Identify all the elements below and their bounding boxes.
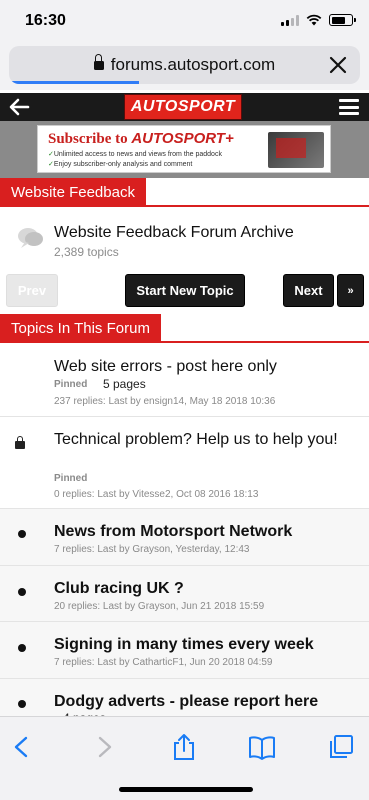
tabs-icon[interactable] — [327, 733, 355, 761]
page-load-progress — [9, 81, 139, 84]
logo-text: AUTOSPORT — [130, 98, 236, 115]
topic-meta: 237 replies: Last by ensign14, May 18 20… — [54, 396, 276, 407]
address-bar[interactable]: forums.autosport.com — [9, 46, 360, 84]
topic-row[interactable]: Web site errors - post here only Pinned … — [0, 343, 369, 417]
unread-dot-icon — [18, 530, 26, 538]
section-header-feedback: Website Feedback — [0, 178, 369, 207]
topic-meta: 7 replies: Last by Grayson, Yesterday, 1… — [54, 544, 250, 555]
back-chevron-icon[interactable] — [8, 733, 36, 761]
status-bar: 16:30 — [0, 0, 369, 42]
topic-meta: 0 replies: Last by Vitesse2, Oct 08 2016… — [54, 489, 259, 500]
topic-title[interactable]: Technical problem? Help us to help you! — [54, 429, 354, 450]
section-title: Topics In This Forum — [0, 314, 161, 343]
section-header-topics: Topics In This Forum — [0, 314, 369, 343]
home-indicator — [119, 787, 253, 792]
wifi-icon — [306, 14, 322, 26]
ad-line-1: Unlimited access to news and views from … — [48, 150, 222, 158]
lock-icon — [15, 436, 25, 451]
topic-meta: 7 replies: Last by CatharticF1, Jun 20 2… — [54, 657, 273, 668]
topic-row[interactable]: Signing in many times every week 7 repli… — [0, 622, 369, 679]
ad-devices-image — [268, 132, 324, 168]
topic-list: Web site errors - post here only Pinned … — [0, 343, 369, 725]
topic-title[interactable]: Dodgy adverts - please report here — [54, 691, 354, 712]
unread-dot-icon — [18, 644, 26, 652]
chat-bubble-icon — [18, 228, 43, 248]
topic-row[interactable]: Dodgy adverts - please report here 4 pag… — [0, 679, 369, 725]
bookmarks-icon[interactable] — [248, 733, 276, 761]
next-button[interactable]: Next — [283, 274, 334, 307]
forum-title: Website Feedback Forum Archive — [54, 224, 294, 241]
autosport-logo[interactable]: AUTOSPORT — [124, 94, 242, 120]
topic-meta: 20 replies: Last by Grayson, Jun 21 2018… — [54, 601, 265, 612]
url-text: forums.autosport.com — [110, 55, 276, 74]
site-header: AUTOSPORT — [0, 93, 369, 121]
ad-line-2: Enjoy subscriber-only analysis and comme… — [48, 160, 193, 168]
subscribe-ad-banner[interactable]: Subscribe to AUTOSPORT+ Unlimited access… — [37, 125, 331, 173]
address-bar-area: forums.autosport.com — [0, 42, 369, 90]
menu-icon[interactable] — [339, 99, 359, 115]
ad-title-prefix: Subscribe to — [48, 131, 128, 147]
status-icons — [281, 14, 356, 26]
topic-title[interactable]: Signing in many times every week — [54, 634, 354, 655]
section-rule — [0, 205, 369, 207]
unread-dot-icon — [18, 588, 26, 596]
last-page-button[interactable]: » — [337, 274, 364, 307]
prev-button[interactable]: Prev — [6, 274, 58, 307]
status-time: 16:30 — [25, 12, 66, 29]
pagination: Prev Start New Topic Next » — [0, 274, 369, 308]
page-count-link[interactable]: 5 pages — [103, 377, 146, 391]
forward-chevron-icon[interactable] — [90, 733, 118, 761]
forum-topic-count: 2,389 topics — [54, 245, 119, 259]
back-arrow-icon[interactable] — [8, 97, 30, 117]
topic-row[interactable]: News from Motorsport Network 7 replies: … — [0, 509, 369, 566]
signal-icon — [281, 14, 299, 26]
pinned-label: Pinned — [54, 473, 88, 484]
topic-row[interactable]: Club racing UK ? 20 replies: Last by Gra… — [0, 566, 369, 622]
lock-icon — [93, 54, 104, 71]
topic-title[interactable]: Club racing UK ? — [54, 578, 354, 599]
ad-title: Subscribe to AUTOSPORT+ — [48, 130, 234, 148]
pinned-label: Pinned — [54, 379, 88, 390]
close-icon[interactable] — [328, 55, 348, 75]
ad-title-brand: AUTOSPORT+ — [131, 130, 234, 147]
topic-title[interactable]: Web site errors - post here only — [54, 356, 354, 377]
battery-icon — [329, 14, 356, 26]
browser-toolbar — [0, 716, 369, 800]
banner-area: Subscribe to AUTOSPORT+ Unlimited access… — [0, 121, 369, 178]
share-icon[interactable] — [170, 733, 198, 761]
start-new-topic-button[interactable]: Start New Topic — [125, 274, 245, 307]
topic-title[interactable]: News from Motorsport Network — [54, 521, 354, 542]
section-title: Website Feedback — [0, 178, 146, 207]
forum-archive-link[interactable]: Website Feedback Forum Archive 2,389 top… — [0, 211, 369, 271]
unread-dot-icon — [18, 700, 26, 708]
topic-row[interactable]: Technical problem? Help us to help you! … — [0, 417, 369, 509]
